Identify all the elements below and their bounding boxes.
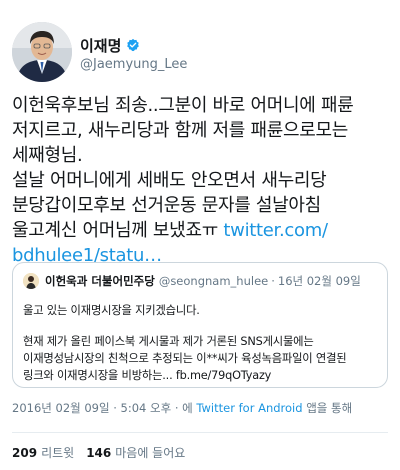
- quoted-text-line: 현재 제가 올린 페이스북 게시물과 제가 거론된 SNS게시물에는: [23, 335, 314, 348]
- likes-label: 마음에 들어요: [115, 446, 186, 460]
- tweet-source-suffix: 앱을 통해: [306, 401, 353, 415]
- retweets-label: 리트윗: [41, 446, 75, 460]
- quoted-tweet-body: 울고 있는 이재명시장을 지키겠습니다. 현재 제가 올린 페이스북 게시물과 …: [23, 302, 381, 384]
- tweet-text-line: 설날 어머니에게 세배도 안오면서 새누리당: [12, 170, 327, 191]
- tweet-source-link[interactable]: Twitter for Android: [196, 401, 302, 415]
- quoted-date: 16년 02월 09일: [277, 274, 361, 288]
- tweet-text-line: 이헌욱후보님 죄송..그분이 바로 어머니에 패륜: [12, 95, 354, 116]
- tweet-text-line-with-link: 울고계신 어머님께 보냈죠ㅠ twitter.com/: [12, 218, 390, 243]
- quoted-author-name[interactable]: 이헌욱과 더불어민주당: [45, 273, 155, 289]
- tweet-timestamp[interactable]: 2016년 02월 09일 · 5:04 오후 · 에: [12, 401, 193, 415]
- tweet-text-line: 분당갑이모후보 선거운동 문자를 설날아침: [12, 195, 321, 216]
- tweet-text-line: 저지르고, 새누리당과 함께 저를 패륜으로모는: [12, 120, 349, 141]
- tweet-card: 이재명 @Jaemyung_Lee 이헌욱후보님 죄송..그분이 바로 어머니에…: [0, 0, 400, 470]
- profile-photo-icon: [12, 22, 72, 82]
- likes-count: 146: [86, 445, 112, 460]
- divider: [12, 432, 388, 433]
- likes-stat[interactable]: 146 마음에 들어요: [86, 444, 185, 461]
- verified-badge-icon: [127, 38, 140, 52]
- avatar[interactable]: [12, 22, 72, 82]
- tweet-text-line: 울고계신 어머님께 보냈죠ㅠ: [12, 220, 218, 241]
- tweet-stats: 209 리트윗 146 마음에 들어요: [12, 444, 197, 461]
- author-handle[interactable]: @Jaemyung_Lee: [80, 57, 360, 72]
- quoted-profile-icon: [23, 273, 39, 289]
- quoted-separator: ·: [271, 274, 275, 288]
- quoted-text-line: 울고 있는 이재명시장을 지키겠습니다.: [23, 304, 200, 317]
- quoted-avatar: [23, 273, 39, 289]
- tweet-metadata: 2016년 02월 09일 · 5:04 오후 · 에 Twitter for …: [12, 400, 392, 416]
- quoted-author-handle[interactable]: @seongnam_hulee: [159, 274, 268, 288]
- tweet-text: 이헌욱후보님 죄송..그분이 바로 어머니에 패륜 저지르고, 새누리당과 함께…: [12, 93, 390, 268]
- author-display-name[interactable]: 이재명: [80, 35, 121, 56]
- tweet-link[interactable]: twitter.com/: [223, 220, 328, 241]
- quoted-text-line: 이재명성남시장의 친척으로 추정되는 이**씨가 육성녹음파일이 연결된: [23, 352, 347, 365]
- quoted-tweet[interactable]: 이헌욱과 더불어민주당 @seongnam_hulee · 16년 02월 09…: [12, 262, 388, 388]
- quoted-text-line: 링크와 이재명시장을 비방하는... fb.me/79qOTyazy: [23, 369, 272, 382]
- author-info: 이재명 @Jaemyung_Lee: [80, 35, 360, 73]
- retweets-count: 209: [12, 445, 38, 460]
- tweet-text-line: 세째형님.: [12, 145, 83, 166]
- quoted-tweet-header: 이헌욱과 더불어민주당 @seongnam_hulee · 16년 02월 09…: [23, 272, 379, 290]
- retweets-stat[interactable]: 209 리트윗: [12, 444, 74, 461]
- display-name-row: 이재명: [80, 35, 360, 55]
- tweet-header: 이재명 @Jaemyung_Lee: [12, 22, 382, 86]
